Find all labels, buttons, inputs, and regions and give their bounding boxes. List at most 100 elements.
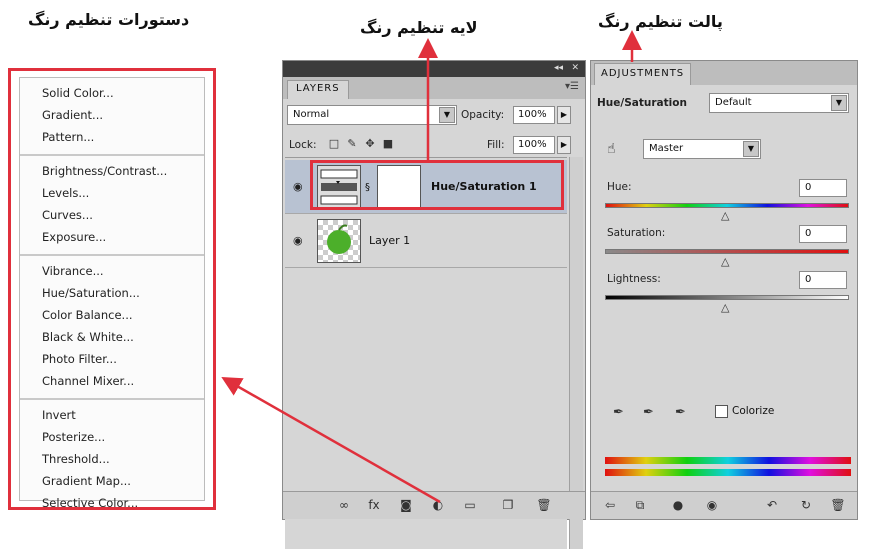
- visibility-eye-icon[interactable]: ◉: [293, 180, 307, 193]
- link-layers-icon[interactable]: ∞: [335, 498, 353, 514]
- adjustment-menu-highlight: Solid Color... Gradient... Pattern... Br…: [8, 68, 216, 510]
- layer-thumbnail: [317, 219, 361, 263]
- eyedropper-minus-icon[interactable]: ✒: [675, 405, 686, 420]
- hue-slider-thumb[interactable]: △: [721, 209, 729, 222]
- lock-transparency-icon[interactable]: □: [327, 137, 341, 151]
- opacity-field[interactable]: 100%: [513, 106, 555, 124]
- chevron-down-icon: ▼: [831, 95, 847, 111]
- tab-layers[interactable]: LAYERS: [287, 80, 349, 99]
- channel-select[interactable]: Master ▼: [643, 139, 761, 159]
- new-adjustment-layer-icon[interactable]: ◐: [429, 498, 447, 514]
- close-icon[interactable]: ✕: [571, 63, 579, 73]
- opacity-arrow-icon[interactable]: ▶: [557, 106, 571, 124]
- layers-tab-row: LAYERS ▾☰: [283, 77, 585, 99]
- menu-item-selective-color[interactable]: Selective Color...: [20, 492, 204, 514]
- saturation-slider-thumb[interactable]: △: [721, 255, 729, 268]
- menu-item-channel-mixer[interactable]: Channel Mixer...: [20, 370, 204, 392]
- lock-pixels-icon[interactable]: ✎: [345, 137, 359, 151]
- colorize-label: Colorize: [732, 405, 775, 417]
- menu-item-hue-saturation[interactable]: Hue/Saturation...: [20, 282, 204, 304]
- menu-item-brightness-contrast[interactable]: Brightness/Contrast...: [20, 160, 204, 182]
- fx-icon[interactable]: fx: [365, 498, 383, 514]
- new-group-icon[interactable]: ▭: [461, 498, 479, 514]
- adjustments-panel: ADJUSTMENTS Hue/Saturation Default ▼ ☝ M…: [590, 60, 858, 520]
- previous-state-icon[interactable]: ↶: [763, 498, 781, 514]
- colorize-checkbox[interactable]: [715, 405, 728, 418]
- layer-name: Layer 1: [369, 234, 411, 247]
- add-mask-icon[interactable]: ◙: [397, 498, 415, 514]
- menu-item-threshold[interactable]: Threshold...: [20, 448, 204, 470]
- fill-field[interactable]: 100%: [513, 136, 555, 154]
- clip-to-layer-icon[interactable]: ●: [669, 498, 687, 514]
- visibility-eye-icon[interactable]: ◉: [293, 234, 307, 247]
- lock-position-icon[interactable]: ✥: [363, 137, 377, 151]
- lightness-slider[interactable]: [605, 295, 849, 300]
- chevron-down-icon: ▼: [439, 107, 455, 123]
- lightness-label: Lightness:: [607, 273, 661, 285]
- lightness-field[interactable]: 0: [799, 271, 847, 289]
- collapse-icon[interactable]: ◂◂: [554, 63, 563, 73]
- fill-arrow-icon[interactable]: ▶: [557, 136, 571, 154]
- fill-label: Fill:: [487, 139, 505, 151]
- lock-label: Lock:: [289, 139, 317, 151]
- lock-row: Lock: □ ✎ ✥ ■ Fill: 100% ▶: [283, 131, 585, 159]
- menu-item-pattern[interactable]: Pattern...: [20, 126, 204, 148]
- chevron-down-icon: ▼: [743, 141, 759, 157]
- channel-value: Master: [649, 143, 684, 154]
- hue-field[interactable]: 0: [799, 179, 847, 197]
- toggle-visibility-icon[interactable]: ◉: [703, 498, 721, 514]
- adjustments-bottom-toolbar: ⇦ ⧉ ● ◉ ↶ ↻ 🗑: [591, 491, 857, 519]
- blend-mode-select[interactable]: Normal ▼: [287, 105, 457, 125]
- menu-item-invert[interactable]: Invert: [20, 404, 204, 426]
- caption-adjustment-palette: پالت تنظیم رنگ: [598, 12, 723, 31]
- adjustments-tab-row: ADJUSTMENTS: [591, 61, 857, 85]
- caption-adjustment-commands: دستورات تنظیم رنگ: [28, 10, 190, 29]
- back-arrow-icon[interactable]: ⇦: [601, 498, 619, 514]
- hue-spectrum-bottom: [605, 469, 851, 476]
- trash-icon[interactable]: 🗑: [535, 498, 553, 514]
- saturation-slider[interactable]: [605, 249, 849, 254]
- expand-view-icon[interactable]: ⧉: [631, 498, 649, 514]
- hue-slider[interactable]: [605, 203, 849, 208]
- menu-item-curves[interactable]: Curves...: [20, 204, 204, 226]
- new-layer-icon[interactable]: ❐: [499, 498, 517, 514]
- menu-group-tonal: Brightness/Contrast... Levels... Curves.…: [20, 156, 204, 256]
- menu-item-color-balance[interactable]: Color Balance...: [20, 304, 204, 326]
- menu-group-fill: Solid Color... Gradient... Pattern...: [20, 78, 204, 156]
- tab-adjustments[interactable]: ADJUSTMENTS: [594, 63, 692, 85]
- adjustment-menu: Solid Color... Gradient... Pattern... Br…: [19, 77, 205, 510]
- lightness-slider-thumb[interactable]: △: [721, 301, 729, 314]
- layer-row-layer-1[interactable]: ◉ Layer 1: [285, 214, 567, 268]
- hue-label: Hue:: [607, 181, 632, 193]
- preset-select[interactable]: Default ▼: [709, 93, 849, 113]
- menu-item-exposure[interactable]: Exposure...: [20, 226, 204, 248]
- reset-icon[interactable]: ↻: [797, 498, 815, 514]
- menu-group-color: Vibrance... Hue/Saturation... Color Bala…: [20, 256, 204, 400]
- caption-adjustment-layer: لایه تنظیم رنگ: [360, 18, 478, 37]
- menu-item-vibrance[interactable]: Vibrance...: [20, 260, 204, 282]
- panel-titlebar[interactable]: ◂◂ ✕: [283, 61, 585, 77]
- delete-adjustment-icon[interactable]: 🗑: [829, 498, 847, 514]
- hand-adjust-icon[interactable]: ☝: [607, 141, 616, 157]
- menu-group-special: Invert Posterize... Threshold... Gradien…: [20, 400, 204, 520]
- menu-item-gradient-map[interactable]: Gradient Map...: [20, 470, 204, 492]
- lock-all-icon[interactable]: ■: [381, 137, 395, 151]
- menu-item-levels[interactable]: Levels...: [20, 182, 204, 204]
- menu-item-photo-filter[interactable]: Photo Filter...: [20, 348, 204, 370]
- preset-value: Default: [715, 97, 752, 108]
- eyedropper-plus-icon[interactable]: ✒: [643, 405, 654, 420]
- adjustment-title: Hue/Saturation: [597, 97, 687, 109]
- hue-spectrum-top: [605, 457, 851, 464]
- panel-menu-icon[interactable]: ▾☰: [565, 81, 579, 92]
- opacity-label: Opacity:: [461, 109, 505, 121]
- eyedropper-icon[interactable]: ✒: [613, 405, 624, 420]
- blend-row: Normal ▼ Opacity: 100% ▶: [283, 101, 585, 129]
- menu-item-posterize[interactable]: Posterize...: [20, 426, 204, 448]
- saturation-label: Saturation:: [607, 227, 666, 239]
- menu-item-gradient[interactable]: Gradient...: [20, 104, 204, 126]
- menu-item-black-white[interactable]: Black & White...: [20, 326, 204, 348]
- adjustment-layer-highlight: [310, 160, 564, 210]
- saturation-field[interactable]: 0: [799, 225, 847, 243]
- menu-item-solid-color[interactable]: Solid Color...: [20, 82, 204, 104]
- blend-mode-value: Normal: [293, 109, 330, 120]
